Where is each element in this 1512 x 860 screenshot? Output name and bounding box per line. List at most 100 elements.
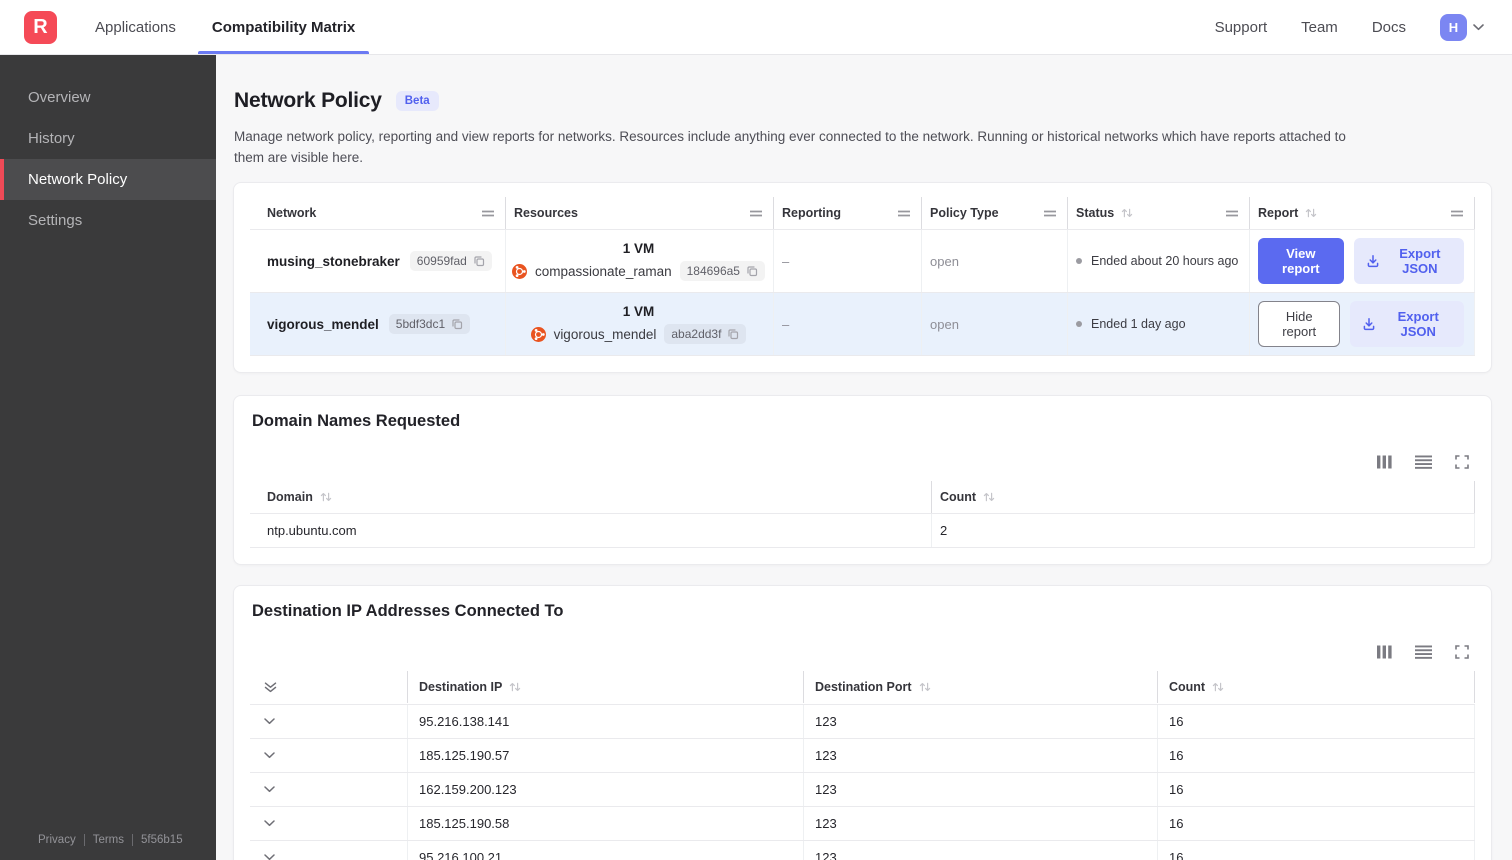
column-header-count[interactable]: Count xyxy=(932,481,1475,513)
sidebar-item-history[interactable]: History xyxy=(0,118,216,159)
copy-icon[interactable] xyxy=(746,265,758,277)
footer-link-terms[interactable]: Terms xyxy=(83,834,132,846)
column-header-destination-port[interactable]: Destination Port xyxy=(804,671,1158,703)
domains-table-row[interactable]: ntp.ubuntu.com 2 xyxy=(250,513,1475,548)
count-cell: 16 xyxy=(1158,739,1475,772)
network-table-row[interactable]: vigorous_mendel 5bdf3dc1 1 VM vigorous_m… xyxy=(250,292,1475,356)
resource-id-badge: 184696a5 xyxy=(679,261,765,281)
expand-icon[interactable] xyxy=(1455,645,1469,659)
destination-row[interactable]: 185.125.190.57 123 16 xyxy=(250,738,1475,772)
destination-ip-cell: 185.125.190.58 xyxy=(408,807,804,840)
sidebar-footer: Privacy Terms 5f56b15 xyxy=(0,834,216,860)
column-label: Count xyxy=(940,490,977,504)
column-header-report[interactable]: Report xyxy=(1250,197,1475,229)
tab-applications[interactable]: Applications xyxy=(83,0,188,54)
view-report-button[interactable]: View report xyxy=(1258,238,1344,284)
list-icon[interactable] xyxy=(1415,645,1432,659)
export-json-button[interactable]: Export JSON xyxy=(1350,301,1464,347)
domains-card: Domain Names Requested Domain Count ntp.… xyxy=(233,395,1492,565)
footer-link-privacy[interactable]: Privacy xyxy=(38,834,84,846)
expand-icon[interactable] xyxy=(1455,455,1469,469)
policy-type-value: open xyxy=(930,316,959,332)
avatar[interactable]: H xyxy=(1440,13,1467,41)
chevron-down-icon[interactable] xyxy=(264,820,275,827)
destinations-table-header: Destination IP Destination Port Count xyxy=(250,671,1475,704)
network-cell: vigorous_mendel 5bdf3dc1 xyxy=(250,293,506,355)
chevron-down-icon[interactable] xyxy=(264,786,275,793)
copy-icon[interactable] xyxy=(473,255,485,267)
column-label: Domain xyxy=(267,490,313,504)
network-table-header: Network Resources Reporting Policy Type xyxy=(250,197,1475,229)
status-text: Ended about 20 hours ago xyxy=(1091,254,1239,268)
domains-table-header: Domain Count xyxy=(250,481,1475,513)
column-resize-handle-icon[interactable] xyxy=(1450,210,1464,217)
chevron-down-icon[interactable] xyxy=(264,752,275,759)
count-cell: 16 xyxy=(1158,705,1475,738)
main-content: Network Policy Beta Manage network polic… xyxy=(216,55,1512,860)
status-cell: Ended 1 day ago xyxy=(1068,293,1250,355)
columns-icon[interactable] xyxy=(1377,455,1392,469)
column-header-count[interactable]: Count xyxy=(1158,671,1475,703)
sort-icon xyxy=(509,681,521,693)
sidebar-item-network-policy[interactable]: Network Policy xyxy=(0,159,216,200)
sidebar-item-settings[interactable]: Settings xyxy=(0,200,216,241)
column-header-domain[interactable]: Domain xyxy=(250,481,932,513)
link-team[interactable]: Team xyxy=(1301,19,1338,36)
sidebar-item-overview[interactable]: Overview xyxy=(0,77,216,118)
destination-ip-cell: 162.159.200.123 xyxy=(408,773,804,806)
chevron-down-icon[interactable] xyxy=(264,718,275,725)
count-cell: 16 xyxy=(1158,807,1475,840)
hide-report-button[interactable]: Hide report xyxy=(1258,301,1341,347)
beta-badge: Beta xyxy=(395,91,439,111)
user-menu[interactable]: H xyxy=(1440,13,1484,41)
expander-cell xyxy=(250,841,408,860)
column-header-reporting[interactable]: Reporting xyxy=(774,197,922,229)
sidebar: Overview History Network Policy Settings… xyxy=(0,55,216,860)
network-table-row[interactable]: musing_stonebraker 60959fad 1 VM compass… xyxy=(250,229,1475,292)
copy-icon[interactable] xyxy=(727,328,739,340)
tab-compatibility-matrix[interactable]: Compatibility Matrix xyxy=(197,0,370,54)
export-json-label: Export JSON xyxy=(1397,309,1439,339)
network-id: 5bdf3dc1 xyxy=(395,317,446,331)
status-dot xyxy=(1076,321,1082,327)
vm-count: 1 VM xyxy=(622,304,655,319)
column-label: Network xyxy=(267,206,317,220)
sort-icon xyxy=(1212,681,1224,693)
destination-row[interactable]: 185.125.190.58 123 16 xyxy=(250,806,1475,840)
expander-cell xyxy=(250,773,408,806)
column-resize-handle-icon[interactable] xyxy=(749,210,763,217)
destination-row[interactable]: 95.216.138.141 123 16 xyxy=(250,704,1475,738)
column-resize-handle-icon[interactable] xyxy=(1225,210,1239,217)
destination-row[interactable]: 162.159.200.123 123 16 xyxy=(250,772,1475,806)
column-header-expander[interactable] xyxy=(250,671,408,703)
expander-cell xyxy=(250,705,408,738)
column-header-policy-type[interactable]: Policy Type xyxy=(922,197,1068,229)
column-label: Count xyxy=(1169,680,1206,694)
column-resize-handle-icon[interactable] xyxy=(897,210,911,217)
column-resize-handle-icon[interactable] xyxy=(481,210,495,217)
resource-id: aba2dd3f xyxy=(671,327,722,341)
policy-type-cell: open xyxy=(922,293,1068,355)
copy-icon[interactable] xyxy=(451,318,463,330)
domains-card-toolbar xyxy=(250,455,1469,469)
columns-icon[interactable] xyxy=(1377,645,1392,659)
column-header-resources[interactable]: Resources xyxy=(506,197,774,229)
column-header-status[interactable]: Status xyxy=(1068,197,1250,229)
destination-port-cell: 123 xyxy=(804,841,1158,860)
column-header-destination-ip[interactable]: Destination IP xyxy=(408,671,804,703)
destination-row[interactable]: 95.216.100.21 123 16 xyxy=(250,840,1475,860)
chevron-down-icon[interactable] xyxy=(264,854,275,860)
network-name: vigorous_mendel xyxy=(267,316,379,332)
list-icon[interactable] xyxy=(1415,455,1432,469)
app-logo[interactable]: R xyxy=(24,10,57,44)
link-docs[interactable]: Docs xyxy=(1372,19,1406,36)
resource-name: vigorous_mendel xyxy=(553,326,657,342)
export-json-button[interactable]: Export JSON xyxy=(1353,238,1464,284)
resource-name: compassionate_raman xyxy=(535,263,672,279)
double-chevron-down-icon[interactable] xyxy=(264,681,277,693)
column-resize-handle-icon[interactable] xyxy=(1043,210,1057,217)
page-header: Network Policy Beta xyxy=(233,89,1492,113)
column-header-network[interactable]: Network xyxy=(250,197,506,229)
link-support[interactable]: Support xyxy=(1215,19,1268,36)
sort-icon xyxy=(919,681,931,693)
